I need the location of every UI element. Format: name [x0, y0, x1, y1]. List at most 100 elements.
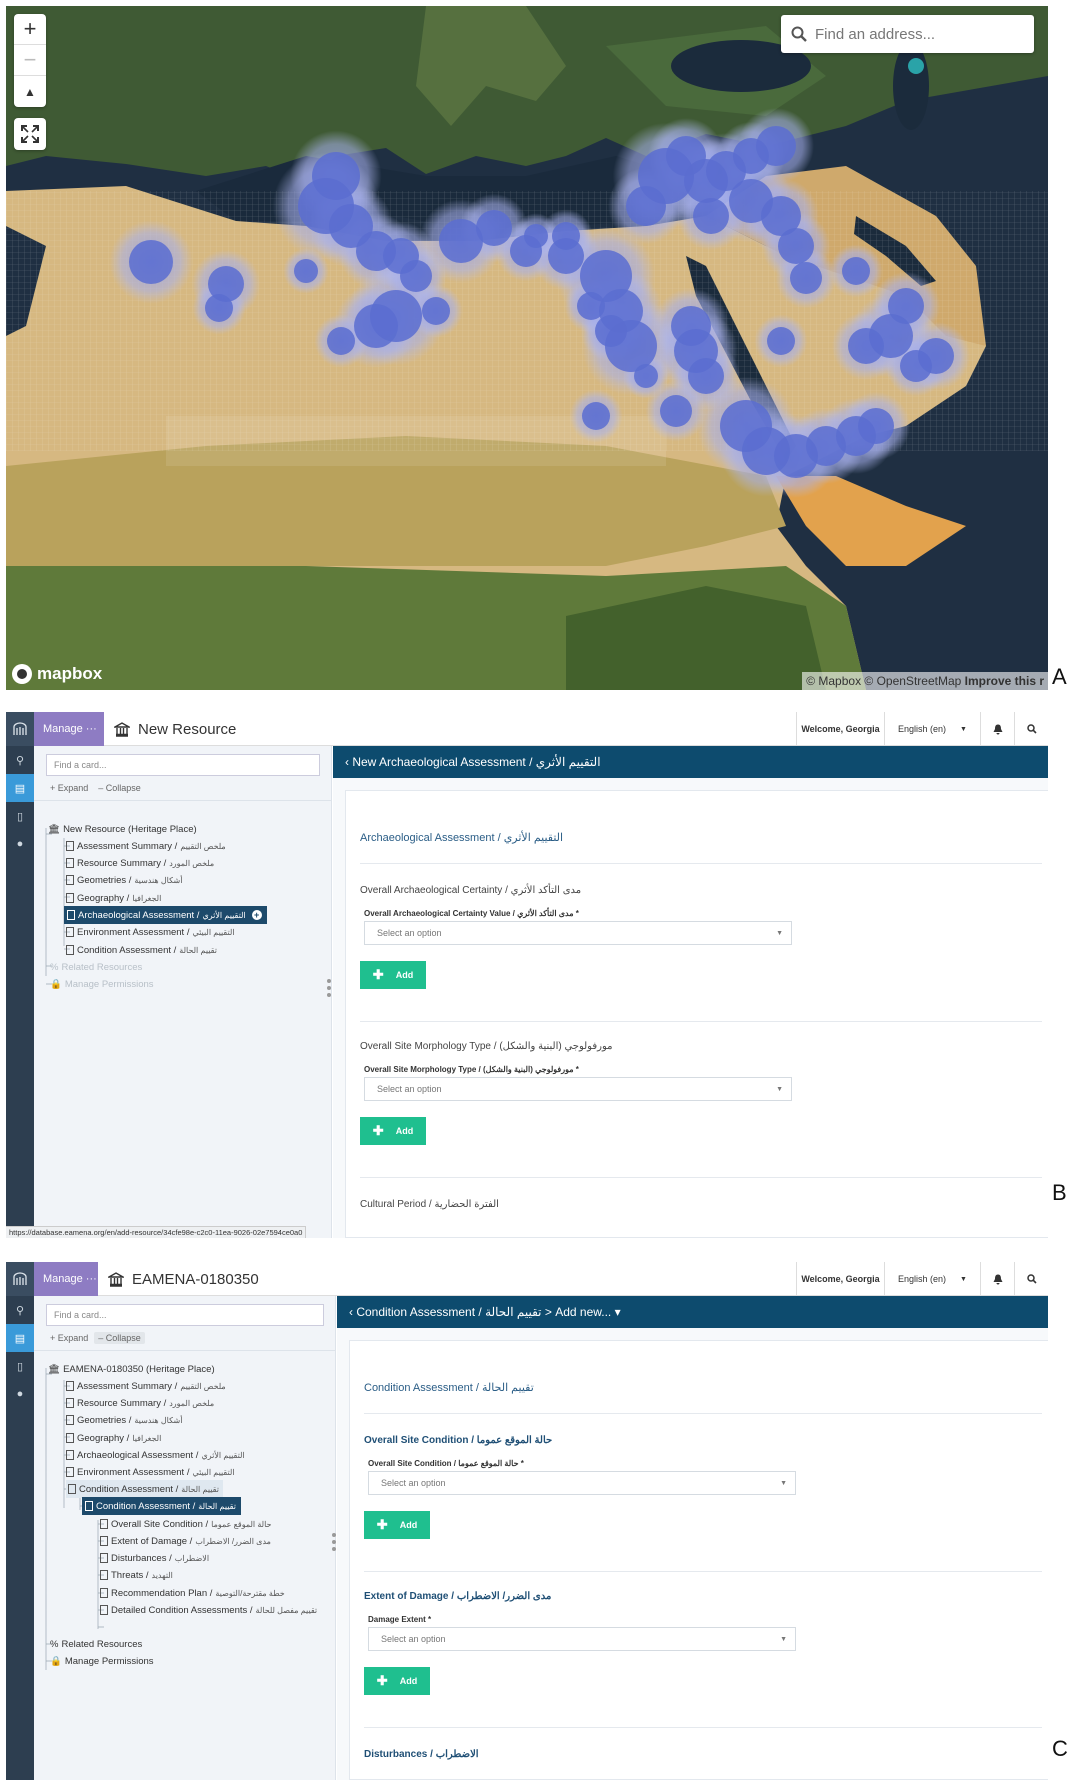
tree-item-disturbances[interactable]: Disturbances / الاضطراب: [100, 1549, 209, 1567]
site-cluster-marker[interactable]: [693, 198, 729, 234]
tree-item-condition-assessment[interactable]: Condition Assessment / تقييم الحالة: [66, 941, 217, 959]
zoom-out-button[interactable]: −: [14, 45, 46, 76]
tree-item-archaeological-assessment[interactable]: Archaeological Assessment / التقييم الأثر…: [64, 906, 267, 924]
certainty-select[interactable]: Select an option ▼: [364, 921, 792, 945]
tree-item-resource-summary[interactable]: Resource Summary / ملخص المورد: [66, 1394, 214, 1412]
site-cluster-marker[interactable]: [842, 257, 870, 285]
damage-extent-select[interactable]: Select an option ▼: [368, 1627, 796, 1651]
site-cluster-marker[interactable]: [552, 222, 580, 250]
tree-item-assessment-summary[interactable]: Assessment Summary / ملخص التقييم: [66, 837, 226, 855]
map-canvas[interactable]: [6, 6, 1048, 690]
address-search-input[interactable]: [815, 25, 1015, 43]
compass-button[interactable]: ▲: [14, 76, 46, 107]
tree-item-environment-assessment[interactable]: Environment Assessment / التقييم البيئي: [66, 1463, 235, 1481]
bookmark-icon[interactable]: ▯: [6, 802, 34, 830]
site-cluster-marker[interactable]: [577, 292, 605, 320]
site-cluster-marker[interactable]: [888, 288, 924, 324]
site-cluster-marker[interactable]: [129, 240, 173, 284]
site-cluster-marker[interactable]: [400, 260, 432, 292]
tree-item-overall-site-condition[interactable]: Overall Site Condition / حالة الموقع عموم…: [100, 1515, 271, 1533]
language-select[interactable]: English (en) ▼: [884, 712, 980, 746]
site-cluster-marker[interactable]: [476, 210, 512, 246]
site-cluster-marker[interactable]: [688, 358, 724, 394]
site-cluster-marker[interactable]: [918, 338, 954, 374]
editor-icon[interactable]: ▤: [6, 1324, 34, 1352]
tree-item-assessment-summary[interactable]: Assessment Summary / ملخص التقييم: [66, 1377, 226, 1395]
tree-item-resource-summary[interactable]: Resource Summary / ملخص المورد: [66, 854, 214, 872]
tree-item-condition-assessment-instance[interactable]: Condition Assessment / تقييم الحالة: [82, 1497, 241, 1515]
notifications-button[interactable]: [980, 712, 1014, 746]
site-cluster-marker[interactable]: [422, 297, 450, 325]
site-condition-select[interactable]: Select an option ▼: [368, 1471, 796, 1495]
search-icon[interactable]: ⚲: [6, 1296, 34, 1324]
tree-item-related-resources[interactable]: % Related Resources: [50, 1635, 145, 1653]
add-card-icon[interactable]: +: [251, 910, 262, 920]
site-cluster-marker[interactable]: [582, 402, 610, 430]
add-damage-button[interactable]: ✚ Add: [364, 1667, 430, 1695]
welcome-user-button[interactable]: Welcome, Georgia: [796, 712, 884, 746]
manage-menu-button[interactable]: Manage ···: [34, 1262, 98, 1296]
tree-item-extent-of-damage[interactable]: Extent of Damage / مدى الضرر/ الاضطراب: [100, 1532, 271, 1550]
site-cluster-marker[interactable]: [327, 327, 355, 355]
tree-root-resource[interactable]: 🏛 EAMENA-0180350 (Heritage Place): [48, 1360, 218, 1378]
site-cluster-marker[interactable]: [848, 328, 884, 364]
tree-item-geometries[interactable]: Geometries / أشكال هندسية: [66, 1411, 182, 1429]
tree-item-environment-assessment[interactable]: Environment Assessment / التقييم البيئي: [66, 923, 235, 941]
tree-item-condition-assessment[interactable]: Condition Assessment / تقييم الحالة: [66, 1480, 223, 1498]
tree-item-geometries[interactable]: Geometries / أشكال هندسية: [66, 871, 182, 889]
tree-item-manage-permissions[interactable]: 🔒 Manage Permissions: [50, 1652, 157, 1670]
map-panel[interactable]: + − ▲ mapbox © Mapbox © OpenStreetMap Im…: [6, 6, 1048, 690]
address-search[interactable]: [781, 15, 1034, 53]
bookmark-icon[interactable]: ▯: [6, 1352, 34, 1380]
welcome-user-button[interactable]: Welcome, Georgia: [796, 1262, 884, 1296]
tree-item-detailed-condition-assessments[interactable]: Detailed Condition Assessments / تقييم مف…: [100, 1601, 317, 1619]
site-cluster-marker[interactable]: [778, 228, 814, 264]
add-certainty-button[interactable]: ✚ Add: [360, 961, 426, 989]
site-cluster-marker[interactable]: [205, 294, 233, 322]
user-icon[interactable]: ●: [6, 830, 34, 858]
tree-item-arabic-label: الاضطراب: [174, 1553, 210, 1563]
add-morphology-button[interactable]: ✚ Add: [360, 1117, 426, 1145]
user-icon[interactable]: ●: [6, 1380, 34, 1408]
card-header-breadcrumb[interactable]: ‹ Condition Assessment / تقييم الحالة > …: [337, 1296, 1048, 1328]
search-icon[interactable]: ⚲: [6, 746, 34, 774]
resource-title-text: EAMENA-0180350: [132, 1270, 259, 1288]
site-cluster-marker[interactable]: [660, 395, 692, 427]
top-search-button[interactable]: [1014, 1262, 1048, 1296]
tree-item-recommendation-plan[interactable]: Recommendation Plan / خطة مقترحة/التوصية: [100, 1584, 285, 1602]
notifications-button[interactable]: [980, 1262, 1014, 1296]
zoom-in-button[interactable]: +: [14, 14, 46, 45]
app-logo-icon[interactable]: [6, 1262, 34, 1296]
tree-item-arabic-label: مدى الضرر/ الاضطراب: [195, 1536, 271, 1546]
site-cluster-marker[interactable]: [595, 315, 627, 347]
site-cluster-marker[interactable]: [756, 126, 796, 166]
mapbox-logo[interactable]: mapbox: [12, 664, 102, 684]
site-cluster-marker[interactable]: [634, 364, 658, 388]
manage-menu-button[interactable]: Manage ···: [34, 712, 104, 746]
app-logo-icon[interactable]: [6, 712, 34, 746]
add-site-condition-button[interactable]: ✚ Add: [364, 1511, 430, 1539]
zoom-control[interactable]: + − ▲: [14, 14, 46, 107]
site-cluster-marker[interactable]: [790, 262, 822, 294]
editor-icon[interactable]: ▤: [6, 774, 34, 802]
tree-item-manage-permissions[interactable]: 🔒 Manage Permissions: [50, 975, 157, 993]
fullscreen-button[interactable]: [14, 118, 46, 150]
tree-item-geography[interactable]: Geography / الجغرافيا: [66, 889, 161, 907]
resize-handle[interactable]: [326, 978, 332, 998]
site-cluster-marker[interactable]: [354, 304, 398, 348]
tree-item-threats[interactable]: Threats / التهديد: [100, 1566, 173, 1584]
tree-item-related-resources[interactable]: % Related Resources: [50, 958, 145, 976]
site-cluster-marker[interactable]: [524, 224, 548, 248]
site-cluster-marker[interactable]: [294, 259, 318, 283]
card-header-breadcrumb[interactable]: ‹ New Archaeological Assessment / التقيي…: [333, 746, 1048, 778]
tree-root-resource[interactable]: 🏛 New Resource (Heritage Place): [48, 820, 200, 838]
language-select[interactable]: English (en) ▼: [884, 1262, 980, 1296]
improve-map-link[interactable]: Improve this r: [965, 674, 1044, 688]
top-search-button[interactable]: [1014, 712, 1048, 746]
site-cluster-marker[interactable]: [858, 408, 894, 444]
attribution-text[interactable]: © Mapbox © OpenStreetMap: [806, 674, 961, 688]
site-cluster-marker[interactable]: [767, 327, 795, 355]
tree-item-geography[interactable]: Geography / الجغرافيا: [66, 1429, 161, 1447]
morphology-select[interactable]: Select an option ▼: [364, 1077, 792, 1101]
tree-item-archaeological-assessment[interactable]: Archaeological Assessment / التقييم الأثر…: [66, 1446, 245, 1464]
